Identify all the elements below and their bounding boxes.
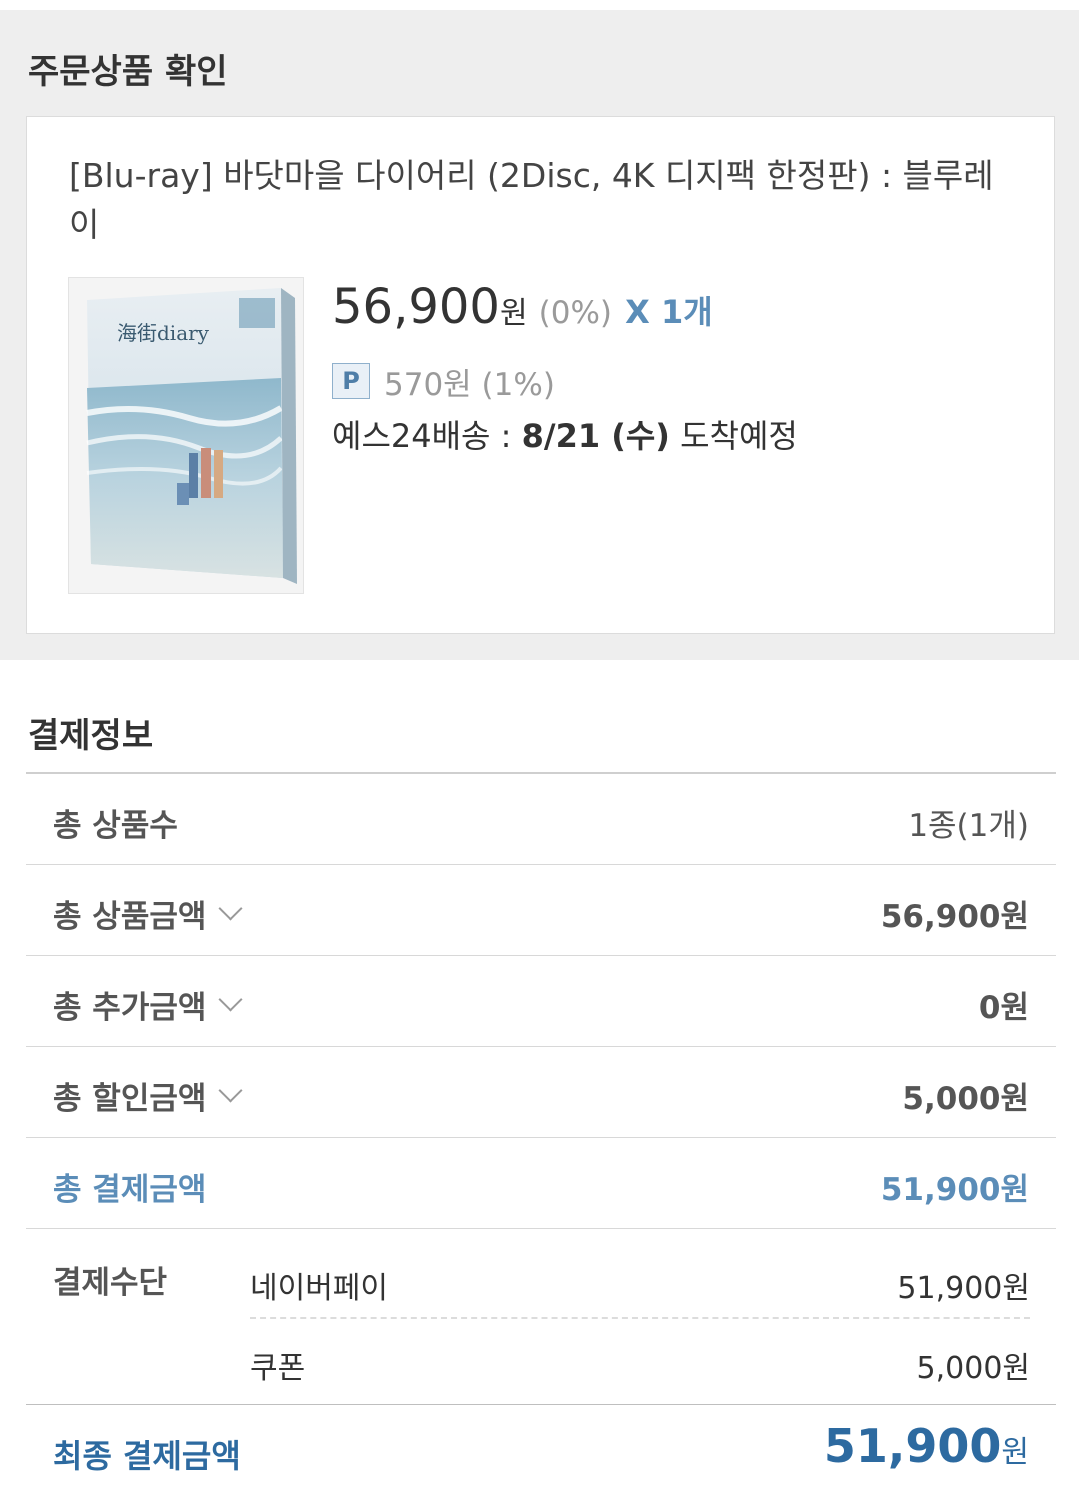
row-label-wrap[interactable]: 총 상품금액 [53, 891, 243, 936]
row-total-additional-amount[interactable]: 총 추가금액 0원 [26, 956, 1056, 1047]
row-total-discount-amount[interactable]: 총 할인금액 5,000원 [26, 1047, 1056, 1138]
price-unit: 원 [499, 296, 528, 331]
cover-title-text: 海街diary [117, 321, 210, 345]
row-total-product-amount[interactable]: 총 상품금액 56,900원 [26, 865, 1056, 956]
row-label: 총 상품금액 [53, 899, 207, 935]
final-unit: 원 [1001, 1435, 1029, 1470]
row-label-wrap[interactable]: 총 추가금액 [53, 982, 243, 1027]
point-amount: 570원 (1%) [384, 366, 555, 403]
chevron-down-icon[interactable] [218, 896, 243, 921]
product-card[interactable]: [Blu-ray] 바닷마을 다이어리 (2Disc, 4K 디지팩 한정판) … [26, 116, 1055, 634]
row-total-payment-amount: 총 결제금액 51,900원 [26, 1138, 1056, 1229]
row-value: 5,000원 [902, 1081, 1029, 1117]
row-label-wrap[interactable]: 총 할인금액 [53, 1073, 243, 1118]
payment-summary-table: 총 상품수 1종(1개) 총 상품금액 56,900원 총 추가금액 0원 총 … [26, 772, 1056, 1500]
delivery-suffix: 도착예정 [669, 417, 798, 455]
product-cover-image: 海街diary [86, 288, 297, 584]
method-name: 네이버페이 [250, 1271, 388, 1306]
delivery-info: 예스24배송 : 8/21 (수) 도착예정 [332, 411, 798, 457]
row-total-item-count: 총 상품수 1종(1개) [26, 774, 1056, 865]
product-price: 56,900 [332, 279, 500, 335]
order-confirm-section: 주문상품 확인 [Blu-ray] 바닷마을 다이어리 (2Disc, 4K 디… [0, 10, 1079, 660]
payment-method-label: 결제수단 [53, 1265, 168, 1301]
discount-rate: (0%) [538, 295, 613, 331]
row-value: 56,900원 [880, 899, 1029, 935]
top-strip [0, 0, 1079, 10]
row-label: 총 상품수 [53, 808, 178, 844]
point-badge-icon: P [332, 363, 370, 399]
payment-method-item: 네이버페이 51,900원 [250, 1239, 1030, 1319]
product-thumbnail[interactable]: 海街diary [68, 277, 304, 594]
final-payment-label: 최종 결제금액 [53, 1437, 241, 1475]
row-value: 51,900원 [880, 1172, 1029, 1208]
quantity: X 1개 [625, 293, 713, 331]
payment-info-title: 결제정보 [28, 716, 154, 756]
method-value: 5,000원 [916, 1351, 1030, 1386]
method-name: 쿠폰 [250, 1351, 306, 1386]
chevron-down-icon[interactable] [218, 1078, 243, 1103]
row-value: 0원 [978, 990, 1029, 1026]
payment-method-item: 쿠폰 5,000원 [250, 1319, 1030, 1399]
final-payment-value: 51,900원 [824, 1419, 1029, 1473]
row-label: 총 결제금액 [53, 1172, 207, 1208]
row-value: 1종(1개) [908, 808, 1029, 844]
delivery-prefix: 예스24배송 : [332, 417, 522, 455]
delivery-date: 8/21 (수) [521, 417, 670, 455]
product-name[interactable]: [Blu-ray] 바닷마을 다이어리 (2Disc, 4K 디지팩 한정판) … [69, 151, 1019, 249]
payment-method-row: 결제수단 네이버페이 51,900원 쿠폰 5,000원 [26, 1229, 1056, 1405]
method-value: 51,900원 [897, 1271, 1030, 1306]
final-amount: 51,900 [823, 1419, 1002, 1473]
order-confirm-title: 주문상품 확인 [28, 52, 228, 92]
point-line: P 570원 (1%) [332, 361, 555, 403]
chevron-down-icon[interactable] [218, 987, 243, 1012]
price-line: 56,900원 (0%) X 1개 [332, 279, 713, 339]
final-payment-row: 최종 결제금액 51,900원 [26, 1405, 1056, 1500]
row-label: 총 할인금액 [53, 1081, 207, 1117]
row-label: 총 추가금액 [53, 990, 207, 1026]
